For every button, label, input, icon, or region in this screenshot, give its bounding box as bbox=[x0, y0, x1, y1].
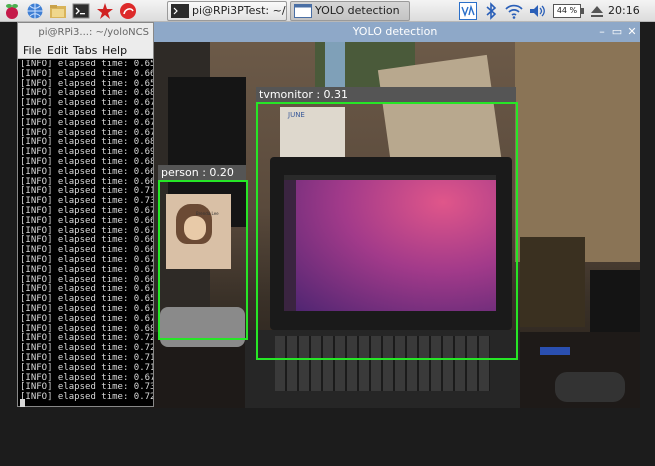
taskbar: pi@RPi3PTest: ~/yol... YOLO detection 44… bbox=[0, 0, 655, 22]
taskbar-button-label: YOLO detection bbox=[315, 4, 400, 17]
mathematica-icon[interactable] bbox=[119, 2, 137, 20]
usb-stick bbox=[540, 347, 570, 355]
taskbar-button-yolo-detection[interactable]: YOLO detection bbox=[290, 1, 410, 21]
window-titlebar[interactable]: YOLO detection – ▭ ✕ bbox=[150, 22, 640, 42]
yolo-detection-window: YOLO detection – ▭ ✕ JUNE Brenda Lee tvm… bbox=[150, 22, 640, 408]
menu-help[interactable]: Help bbox=[102, 43, 127, 59]
terminal-window: pi@RPi3...: ~/yoloNCS File Edit Tabs Hel… bbox=[17, 22, 154, 407]
bluetooth-icon[interactable] bbox=[482, 2, 500, 20]
menu-edit[interactable]: Edit bbox=[47, 43, 68, 59]
close-icon[interactable]: ✕ bbox=[626, 26, 638, 38]
window-icon bbox=[294, 4, 312, 18]
taskbar-button-terminal[interactable]: pi@RPi3PTest: ~/yol... bbox=[167, 1, 287, 21]
terminal-line: [INFO] elapsed time: 0.72 bbox=[20, 392, 153, 403]
eject-icon[interactable] bbox=[588, 2, 606, 20]
terminal-output[interactable]: [INFO] elapsed time: 0.65 [INFO] elapsed … bbox=[20, 60, 153, 406]
web-browser-icon[interactable] bbox=[26, 2, 44, 20]
terminal-titlebar[interactable]: pi@RPi3...: ~/yoloNCS bbox=[18, 23, 153, 43]
pen-holder bbox=[520, 237, 585, 327]
detection-box-tvmonitor bbox=[256, 102, 518, 360]
detection-label-person: person : 0.20 bbox=[158, 165, 246, 180]
vnc-icon[interactable] bbox=[459, 2, 477, 20]
wall-cork bbox=[515, 42, 640, 262]
minimize-icon[interactable]: – bbox=[596, 26, 608, 38]
window-title: YOLO detection bbox=[352, 25, 438, 38]
clock[interactable]: 20:16 bbox=[608, 0, 640, 22]
detection-label-tvmonitor: tvmonitor : 0.31 bbox=[256, 87, 516, 102]
waterfall-picture bbox=[325, 42, 345, 87]
detection-box-person bbox=[158, 180, 248, 340]
menu-tabs[interactable]: Tabs bbox=[73, 43, 97, 59]
mouse bbox=[555, 372, 625, 402]
taskbar-button-label: pi@RPi3PTest: ~/yol... bbox=[192, 4, 286, 17]
battery-indicator[interactable]: 44 % bbox=[553, 4, 584, 18]
terminal-menubar: File Edit Tabs Help bbox=[18, 43, 153, 59]
file-manager-icon[interactable] bbox=[49, 2, 67, 20]
camera-frame: JUNE Brenda Lee tvmonitor : 0.31 person … bbox=[150, 42, 640, 408]
menu-file[interactable]: File bbox=[23, 43, 41, 59]
raspberry-menu-icon[interactable] bbox=[3, 2, 21, 20]
terminal-icon bbox=[171, 4, 189, 18]
terminal-cursor bbox=[20, 399, 25, 407]
wolfram-icon[interactable] bbox=[96, 2, 114, 20]
wifi-icon[interactable] bbox=[505, 2, 523, 20]
maximize-icon[interactable]: ▭ bbox=[611, 26, 623, 38]
terminal-icon[interactable] bbox=[72, 2, 90, 20]
volume-icon[interactable] bbox=[528, 2, 546, 20]
